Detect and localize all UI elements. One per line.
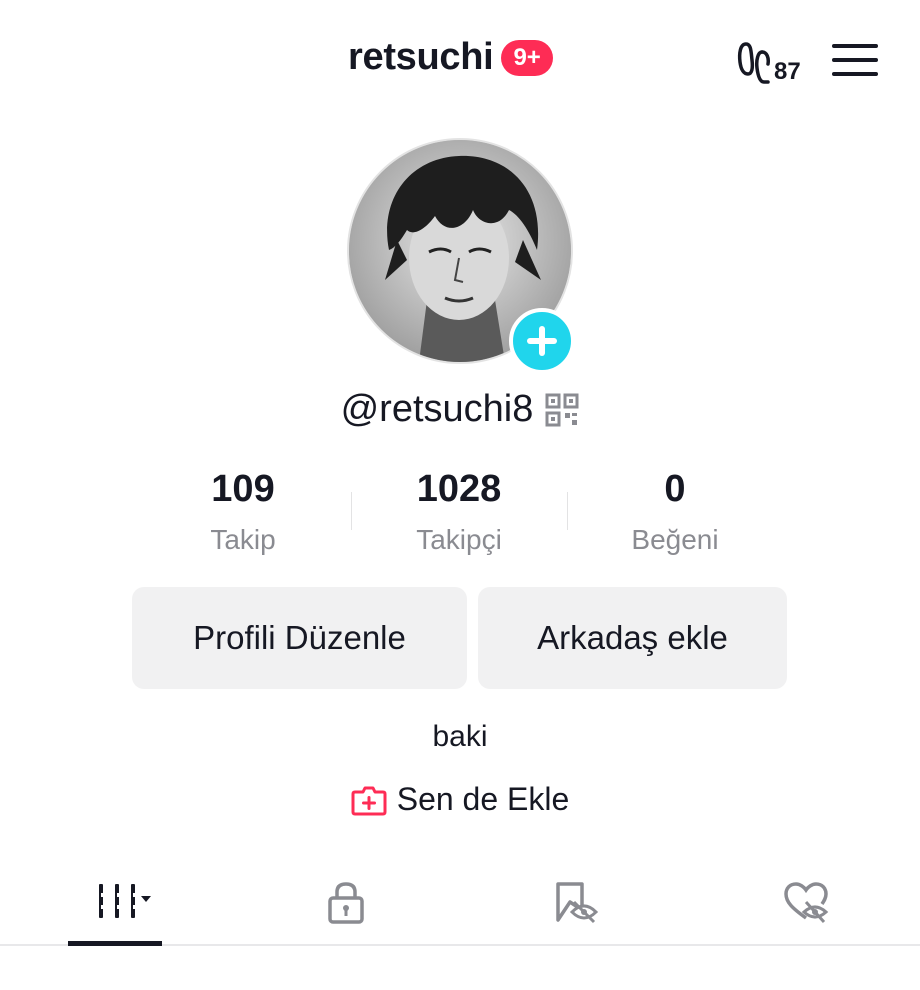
profile-stats: 109 Takip 1028 Takipçi 0 Beğeni — [135, 466, 785, 566]
tab-liked[interactable] — [766, 860, 846, 944]
add-yours-label: Sen de Ekle — [396, 781, 570, 817]
account-switcher[interactable]: retsuchi 9+ — [348, 36, 553, 79]
videos-grid-icon — [99, 884, 151, 918]
notification-badge[interactable]: 9+ — [501, 39, 553, 76]
avatar-container — [347, 138, 575, 374]
add-avatar-button[interactable] — [509, 308, 575, 374]
handle-row: @retsuchi8 — [0, 388, 920, 431]
top-bar: retsuchi 9+ 87 — [0, 0, 920, 120]
stat-followers[interactable]: 1028 Takipçi — [351, 466, 567, 566]
add-yours-button[interactable]: Sen de Ekle — [0, 781, 920, 818]
qr-code-icon[interactable] — [545, 393, 579, 427]
hamburger-menu-icon[interactable] — [832, 42, 878, 78]
followers-label: Takipçi — [416, 524, 502, 555]
following-label: Takip — [210, 524, 276, 555]
add-box-icon — [351, 786, 387, 815]
liked-hidden-icon — [784, 882, 829, 924]
profile-handle: @retsuchi8 — [340, 388, 534, 430]
likes-label: Beğeni — [631, 524, 719, 555]
following-count: 109 — [211, 468, 275, 510]
tab-videos[interactable] — [68, 860, 162, 944]
profile-username[interactable]: retsuchi — [348, 36, 494, 79]
footprint-button[interactable]: 87 — [736, 36, 806, 86]
active-tab-indicator — [68, 941, 162, 946]
likes-count: 0 — [664, 468, 686, 510]
footprint-count: 87 — [774, 58, 801, 85]
stat-following[interactable]: 109 Takip — [135, 466, 351, 566]
tab-saved[interactable] — [536, 860, 616, 944]
add-friend-button[interactable]: Arkadaş ekle — [478, 587, 787, 689]
plus-icon — [527, 326, 557, 356]
saved-hidden-icon — [556, 882, 599, 924]
footprint-icon — [737, 42, 770, 84]
profile-actions: Profili Düzenle Arkadaş ekle — [132, 587, 787, 689]
tab-private[interactable] — [306, 860, 386, 944]
stat-likes[interactable]: 0 Beğeni — [567, 466, 783, 566]
followers-count: 1028 — [416, 468, 502, 510]
content-tabs — [0, 860, 920, 946]
profile-bio: baki — [432, 720, 488, 753]
lock-icon — [328, 882, 364, 924]
edit-profile-button[interactable]: Profili Düzenle — [132, 587, 467, 689]
